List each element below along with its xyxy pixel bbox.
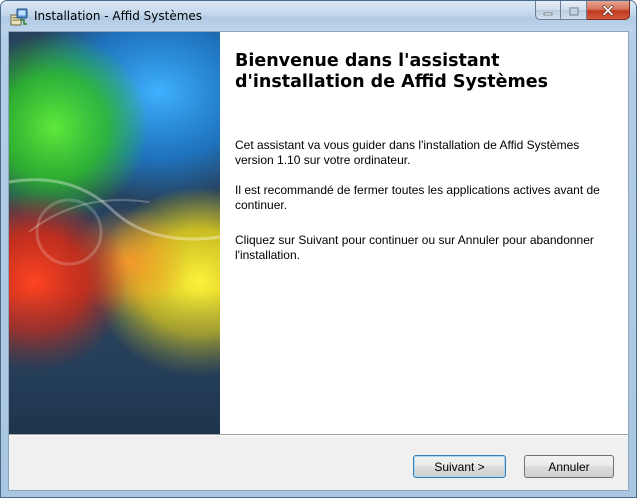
wizard-banner-image [9,32,220,434]
window-title: Installation - Affid Systèmes [34,9,203,23]
footer-separator [9,434,628,436]
close-button[interactable] [587,1,630,20]
title-bar[interactable]: Installation - Affid Systèmes [1,1,636,31]
instructions-paragraph: Cliquez sur Suivant pour continuer ou su… [235,233,594,262]
wizard-client-area: Bienvenue dans l'assistant d'installatio… [8,31,629,491]
close-apps-paragraph: Il est recommandé de fermer toutes les a… [235,183,600,212]
maximize-icon [568,1,579,20]
installer-window: Installation - Affid Systèmes Bienvenue … [0,0,637,498]
wizard-content-panel: Bienvenue dans l'assistant d'installatio… [220,32,628,434]
next-button[interactable]: Suivant > [413,455,506,478]
minimize-icon [543,1,553,20]
caption-buttons [535,1,630,21]
minimize-button[interactable] [535,1,561,20]
welcome-heading: Bienvenue dans l'assistant d'installatio… [235,51,549,92]
installer-icon[interactable] [10,8,28,26]
intro-paragraph: Cet assistant va vous guider dans l'inst… [235,138,580,167]
close-icon [602,1,614,20]
cancel-button[interactable]: Annuler [524,455,614,478]
maximize-button[interactable] [561,1,587,20]
